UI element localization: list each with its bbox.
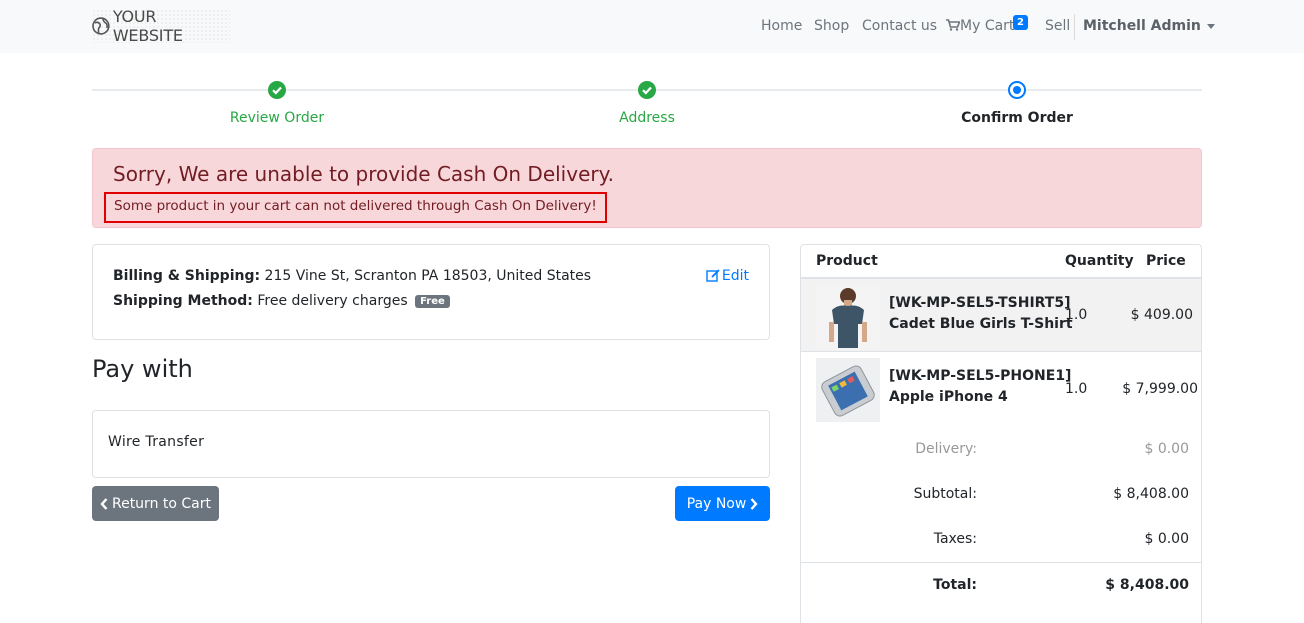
free-badge: Free <box>415 295 450 308</box>
cod-error-alert: Sorry, We are unable to provide Cash On … <box>92 148 1202 228</box>
return-to-cart-button[interactable]: Return to Cart <box>92 486 219 521</box>
cart-line-item: [WK-MP-SEL5-PHONE1] Apple iPhone 4 1.0 $… <box>801 353 1201 428</box>
edit-label: Edit <box>721 268 749 284</box>
step-address[interactable]: Address <box>547 110 747 126</box>
nav-home[interactable]: Home <box>761 18 802 34</box>
step-review-order[interactable]: Review Order <box>177 110 377 126</box>
user-name: Mitchell Admin <box>1083 18 1201 34</box>
product-quantity: 1.0 <box>1065 307 1088 323</box>
product-name[interactable]: [WK-MP-SEL5-TSHIRT5] Cadet Blue Girls T-… <box>889 293 1073 335</box>
total-value: $ 8,408.00 <box>1105 577 1189 593</box>
product-code: [WK-MP-SEL5-PHONE1] <box>889 368 1072 384</box>
pay-now-button[interactable]: Pay Now <box>675 486 770 521</box>
product-title: Cadet Blue Girls T-Shirt <box>889 316 1073 332</box>
col-quantity-header: Quantity <box>1065 253 1134 269</box>
total-divider <box>801 562 1201 563</box>
col-price-header: Price <box>1146 253 1186 269</box>
pay-now-label: Pay Now <box>686 495 747 512</box>
edit-address-link[interactable]: Edit <box>706 268 749 284</box>
nav-contact-us[interactable]: Contact us <box>862 18 937 34</box>
shopping-cart-icon <box>946 19 961 31</box>
chevron-left-icon <box>100 497 108 510</box>
payment-option-wire-transfer[interactable]: Wire Transfer <box>92 410 770 478</box>
taxes-value: $ 0.00 <box>1144 531 1189 547</box>
subtotal-label: Subtotal: <box>913 486 977 502</box>
cart-summary: Product Quantity Price [WK-MP-SEL5-TSHIR… <box>800 244 1202 623</box>
pay-with-heading: Pay with <box>92 355 193 383</box>
user-menu[interactable]: Mitchell Admin <box>1083 18 1215 34</box>
nav-sell[interactable]: Sell <box>1045 18 1070 34</box>
nav-my-cart[interactable]: My Cart <box>946 18 1014 34</box>
cart-label: My Cart <box>960 18 1015 34</box>
shipping-method-label: Shipping Method: <box>113 293 253 309</box>
check-circle-icon <box>638 81 656 99</box>
navbar: YOUR WEBSITE Home Shop Contact us My Car… <box>0 0 1304 53</box>
brand-text: YOUR WEBSITE <box>112 7 183 45</box>
caret-down-icon <box>1206 23 1215 29</box>
product-name[interactable]: [WK-MP-SEL5-PHONE1] Apple iPhone 4 <box>889 366 1071 408</box>
address-card: Billing & Shipping: 215 Vine St, Scranto… <box>92 244 770 340</box>
col-product-header: Product <box>816 253 878 269</box>
billing-shipping-line: Billing & Shipping: 215 Vine St, Scranto… <box>113 268 591 284</box>
current-step-icon <box>1008 81 1026 99</box>
shipping-method-value: Free delivery charges <box>257 293 408 309</box>
chevron-right-icon <box>750 497 758 510</box>
product-thumbnail-tshirt[interactable] <box>816 284 880 348</box>
alert-title: Sorry, We are unable to provide Cash On … <box>113 162 614 186</box>
edit-icon <box>706 269 720 282</box>
alert-message: Some product in your cart can not delive… <box>104 192 607 223</box>
product-title: Apple iPhone 4 <box>889 389 1008 405</box>
delivery-label: Delivery: <box>915 441 977 457</box>
product-price: $ 7,999.00 <box>1122 381 1198 397</box>
billing-value: 215 Vine St, Scranton PA 18503, United S… <box>264 268 592 284</box>
total-label: Total: <box>933 577 977 593</box>
cart-line-item: [WK-MP-SEL5-TSHIRT5] Cadet Blue Girls T-… <box>801 279 1201 352</box>
globe-icon <box>92 17 110 35</box>
shipping-method-line: Shipping Method: Free delivery charges F… <box>113 293 450 309</box>
nav-divider <box>1074 14 1075 40</box>
taxes-label: Taxes: <box>933 531 977 547</box>
return-to-cart-label: Return to Cart <box>111 495 211 512</box>
step-confirm-order: Confirm Order <box>961 110 1073 126</box>
billing-label: Billing & Shipping: <box>113 268 261 284</box>
delivery-value: $ 0.00 <box>1144 441 1189 457</box>
nav-shop[interactable]: Shop <box>814 18 849 34</box>
brand-logo[interactable]: YOUR WEBSITE <box>92 7 230 45</box>
subtotal-value: $ 8,408.00 <box>1113 486 1189 502</box>
check-circle-icon <box>268 81 286 99</box>
cart-count-badge: 2 <box>1013 15 1028 30</box>
product-quantity: 1.0 <box>1065 381 1088 397</box>
product-thumbnail-phone[interactable] <box>816 358 880 422</box>
product-price: $ 409.00 <box>1130 307 1193 323</box>
product-code: [WK-MP-SEL5-TSHIRT5] <box>889 295 1071 311</box>
wire-transfer-label: Wire Transfer <box>108 434 205 450</box>
